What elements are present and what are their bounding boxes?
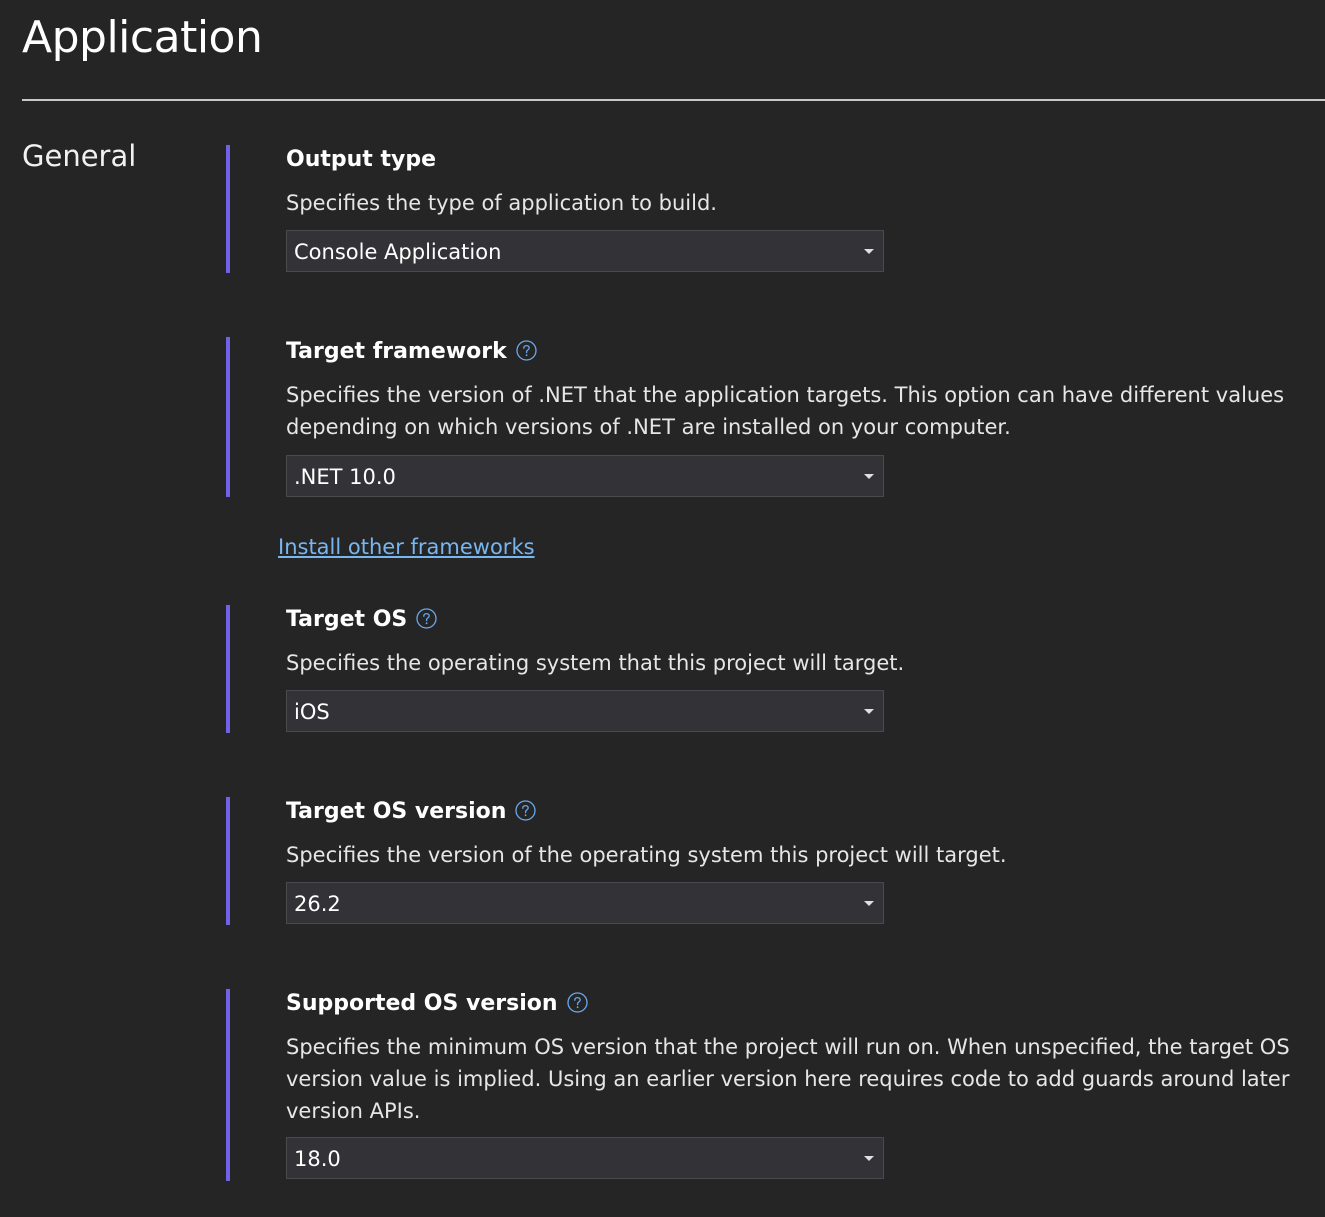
section-heading-general: General — [22, 139, 137, 173]
setting-title-text: Output type — [286, 147, 436, 172]
output-type-dropdown[interactable]: Console Application — [286, 230, 884, 272]
setting-content: Target OS version Specifies the version … — [286, 797, 1296, 924]
chevron-down-icon — [864, 901, 874, 906]
dropdown-value: .NET 10.0 — [294, 465, 396, 489]
setting-title-text: Target framework — [286, 339, 507, 364]
dropdown-value: 18.0 — [294, 1147, 341, 1171]
dropdown-value: Console Application — [294, 240, 502, 264]
setting-supported-os-version: Supported OS version Specifies the minim… — [226, 989, 1306, 1181]
setting-description: Specifies the type of application to bui… — [286, 191, 717, 215]
chevron-down-icon — [864, 1156, 874, 1161]
setting-title: Output type — [286, 145, 1296, 175]
chevron-down-icon — [864, 249, 874, 254]
chevron-down-icon — [864, 709, 874, 714]
setting-target-os: Target OS Specifies the operating system… — [226, 605, 1306, 733]
title-divider — [22, 99, 1325, 101]
help-circle-icon[interactable] — [416, 607, 437, 629]
setting-title-text: Target OS — [286, 607, 408, 632]
setting-accent-bar — [226, 797, 230, 925]
setting-content: Target framework Specifies the version o… — [286, 337, 1296, 497]
setting-description: Specifies the version of the operating s… — [286, 843, 1007, 867]
setting-accent-bar — [226, 605, 230, 733]
setting-description: Specifies the version of .NET that the a… — [286, 383, 1285, 439]
help-circle-icon[interactable] — [566, 991, 588, 1013]
setting-content: Target OS Specifies the operating system… — [286, 605, 1296, 732]
setting-accent-bar — [226, 989, 230, 1181]
dropdown-value: 26.2 — [294, 892, 341, 916]
help-circle-icon[interactable] — [515, 799, 537, 821]
setting-content: Output type Specifies the type of applic… — [286, 145, 1296, 272]
setting-target-os-version: Target OS version Specifies the version … — [226, 797, 1306, 925]
help-circle-icon[interactable] — [516, 339, 537, 361]
setting-title: Target OS — [286, 605, 1296, 635]
setting-accent-bar — [226, 337, 230, 497]
setting-title-text: Supported OS version — [286, 991, 558, 1016]
setting-title: Target framework — [286, 337, 1296, 367]
install-other-frameworks-link[interactable]: Install other frameworks — [278, 531, 535, 563]
chevron-down-icon — [864, 474, 874, 479]
page-title: Application — [22, 12, 263, 63]
setting-title: Supported OS version — [286, 989, 1296, 1019]
application-properties-page: Application General Output type Specifie… — [0, 0, 1325, 1217]
setting-output-type: Output type Specifies the type of applic… — [226, 145, 1306, 273]
setting-accent-bar — [226, 145, 230, 273]
setting-target-framework: Target framework Specifies the version o… — [226, 337, 1306, 497]
setting-title: Target OS version — [286, 797, 1296, 827]
target-os-version-dropdown[interactable]: 26.2 — [286, 882, 884, 924]
setting-content: Supported OS version Specifies the minim… — [286, 989, 1296, 1179]
setting-description: Specifies the minimum OS version that th… — [286, 1035, 1290, 1123]
target-framework-dropdown[interactable]: .NET 10.0 — [286, 455, 884, 497]
target-os-dropdown[interactable]: iOS — [286, 690, 884, 732]
setting-title-text: Target OS version — [286, 799, 507, 824]
setting-description: Specifies the operating system that this… — [286, 651, 905, 675]
supported-os-version-dropdown[interactable]: 18.0 — [286, 1137, 884, 1179]
dropdown-value: iOS — [294, 700, 330, 724]
